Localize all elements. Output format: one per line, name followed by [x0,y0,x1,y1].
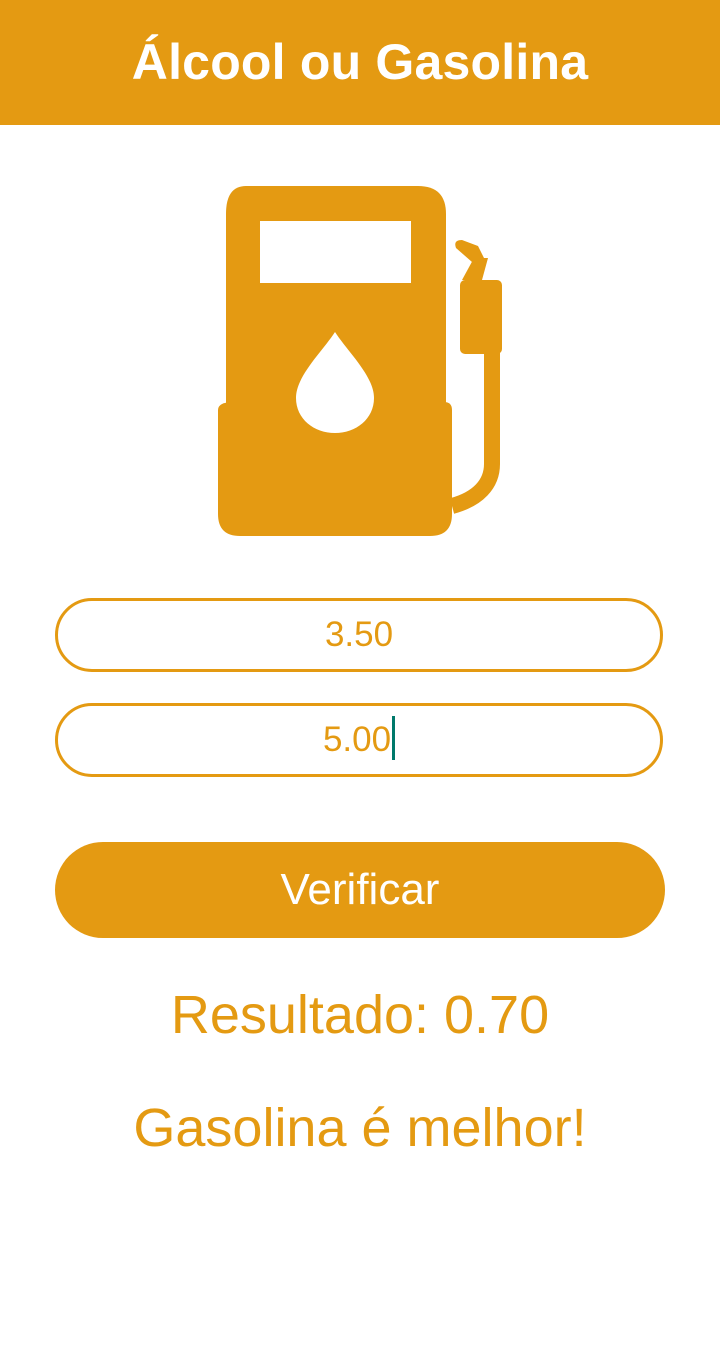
verify-button[interactable]: Verificar [55,842,665,938]
gasoline-price-input[interactable]: 5.00 [55,703,663,777]
app-title: Álcool ou Gasolina [131,33,589,90]
alcohol-price-input[interactable]: 3.50 [55,598,663,672]
text-cursor [392,716,396,760]
alcohol-price-value: 3.50 [324,615,394,654]
result-value: Resultado: 0.70 [170,985,550,1045]
gasoline-price-value: 5.00 [322,720,392,759]
gas-pump-icon [218,186,502,536]
result-message: Gasolina é melhor! [133,1098,587,1158]
app-bar: Álcool ou Gasolina [0,0,720,125]
